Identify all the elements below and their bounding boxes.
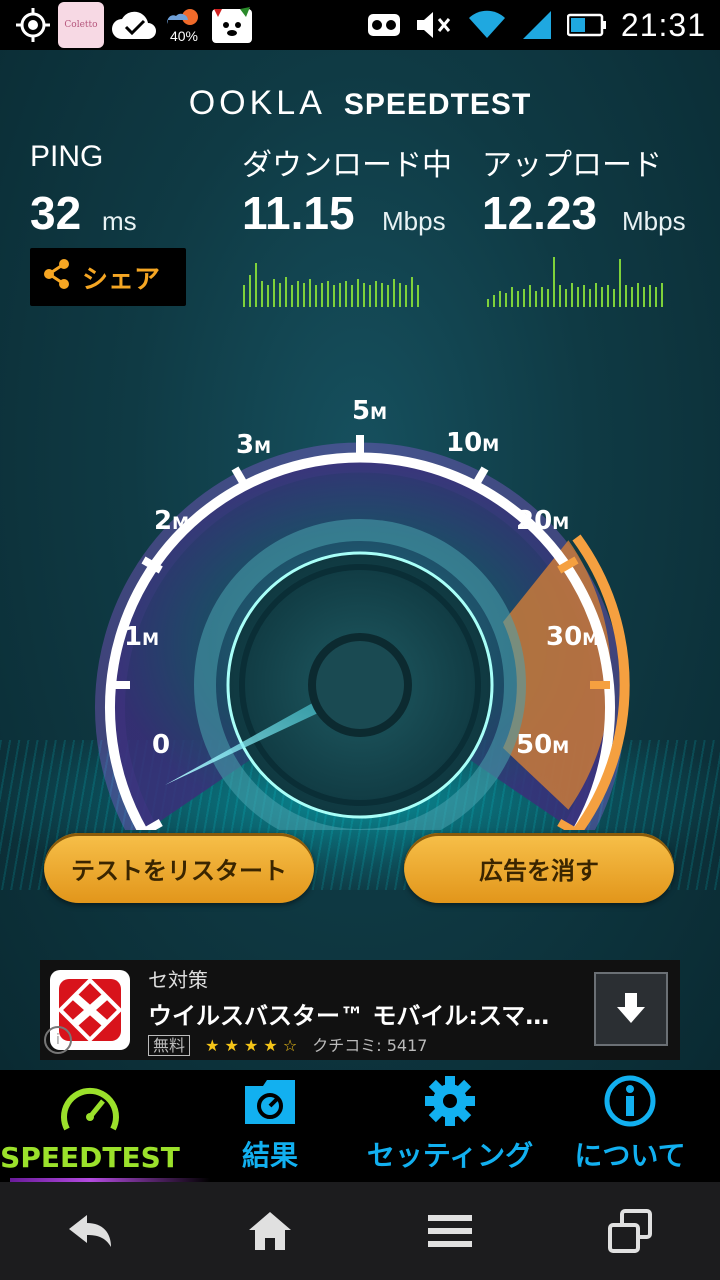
gauge-label-5m: 5M — [352, 396, 388, 426]
signal-icon — [521, 9, 553, 41]
speedtest-screen: OOKLA SPEEDTEST PING 32 ms ダウンロード中 11.15 … — [0, 50, 720, 1070]
gear-icon — [425, 1076, 475, 1126]
tab-about[interactable]: について — [540, 1070, 720, 1182]
menu-icon — [428, 1215, 472, 1247]
ad-title: ウイルスバスター™ モバイル:スマ… — [148, 1002, 550, 1030]
back-icon — [69, 1215, 111, 1247]
gauge-label-30m: 30M — [546, 622, 600, 652]
gauge-label-1m: 1M — [124, 622, 160, 652]
ping-label: PING — [30, 140, 104, 173]
ad-top-text: セ対策 — [148, 968, 208, 992]
ad-download-button[interactable] — [594, 972, 668, 1046]
gps-icon — [14, 6, 52, 44]
share-label: シェア — [82, 264, 161, 295]
tab-settings-label: セッティング — [366, 1139, 534, 1172]
ad-info-icon[interactable]: i — [44, 1026, 72, 1054]
info-icon — [604, 1075, 656, 1127]
status-bar: Coletto 40% 21:31 — [0, 0, 720, 50]
menu-button[interactable] — [410, 1191, 490, 1271]
remove-ads-button[interactable]: 広告を消す — [404, 833, 674, 903]
bottom-tab-bar: SPEEDTEST 結果 セッティング について — [0, 1070, 720, 1182]
wifi-icon — [467, 10, 507, 40]
remove-ads-label: 広告を消す — [479, 856, 599, 885]
calendar-app-icon: Coletto — [58, 2, 104, 48]
weather-icon: 40% — [164, 6, 204, 44]
restart-test-button[interactable]: テストをリスタート — [44, 833, 314, 903]
tab-speedtest[interactable]: SPEEDTEST — [0, 1070, 210, 1182]
home-icon — [249, 1212, 291, 1250]
ping-unit: ms — [102, 206, 137, 236]
download-graph — [243, 263, 419, 307]
ad-banner[interactable]: セ対策 ウイルスバスター™ モバイル:スマ… 無料 ★ ★ ★ ★ ☆ クチコミ… — [40, 960, 680, 1060]
battery-icon — [566, 12, 607, 38]
tab-about-label: について — [574, 1139, 686, 1172]
share-icon — [42, 258, 72, 297]
gauge-label-10m: 10M — [446, 428, 500, 458]
download-value: 11.15 — [242, 187, 355, 239]
tab-results-label: 結果 — [241, 1139, 298, 1172]
gauge-label-0: 0 — [152, 730, 171, 760]
download-arrow-icon — [617, 993, 645, 1023]
ookla-logo: OOKLA — [188, 84, 326, 122]
download-unit: Mbps — [382, 206, 446, 236]
battery-percent: 40% — [169, 28, 199, 44]
speedometer-icon — [61, 1087, 119, 1131]
calendar-app-label: Coletto — [64, 20, 98, 30]
gauge-label-50m: 50M — [516, 730, 570, 760]
voicemail-icon — [367, 12, 401, 38]
upload-graph — [487, 257, 663, 307]
home-button[interactable] — [230, 1191, 310, 1271]
ping-value: 32 — [30, 187, 82, 239]
restart-test-label: テストをリスタート — [71, 856, 287, 885]
upload-label: アップロード — [482, 149, 662, 182]
share-button[interactable]: シェア — [30, 248, 186, 306]
results-folder-icon — [245, 1080, 295, 1124]
cloud-check-icon — [110, 7, 158, 43]
ad-rating-count: クチコミ: 5417 — [312, 1036, 428, 1055]
recent-apps-button[interactable] — [590, 1191, 670, 1271]
upload-value: 12.23 — [482, 187, 598, 239]
app-logo: OOKLA SPEEDTEST — [0, 84, 720, 123]
clock: 21:31 — [620, 6, 706, 43]
dog-app-icon — [210, 5, 254, 45]
ad-price: 無料 — [148, 1035, 191, 1056]
ad-meta: 無料 ★ ★ ★ ★ ☆ クチコミ: 5417 — [148, 1032, 427, 1056]
ad-rating-stars: ★ ★ ★ ★ ☆ — [205, 1036, 298, 1055]
speedtest-logo: SPEEDTEST — [343, 88, 532, 121]
recent-apps-icon — [608, 1209, 652, 1253]
download-label: ダウンロード中 — [242, 149, 452, 182]
mute-icon — [415, 10, 453, 40]
back-button[interactable] — [50, 1191, 130, 1271]
gauge-label-2m: 2M — [154, 506, 190, 536]
system-nav-bar — [0, 1182, 720, 1280]
tab-speedtest-label: SPEEDTEST — [0, 1141, 180, 1174]
tab-settings[interactable]: セッティング — [360, 1070, 540, 1182]
tab-results[interactable]: 結果 — [180, 1070, 360, 1182]
gauge-label-3m: 3M — [236, 430, 272, 460]
upload-unit: Mbps — [622, 206, 686, 236]
gauge-label-20m: 20M — [516, 506, 570, 536]
